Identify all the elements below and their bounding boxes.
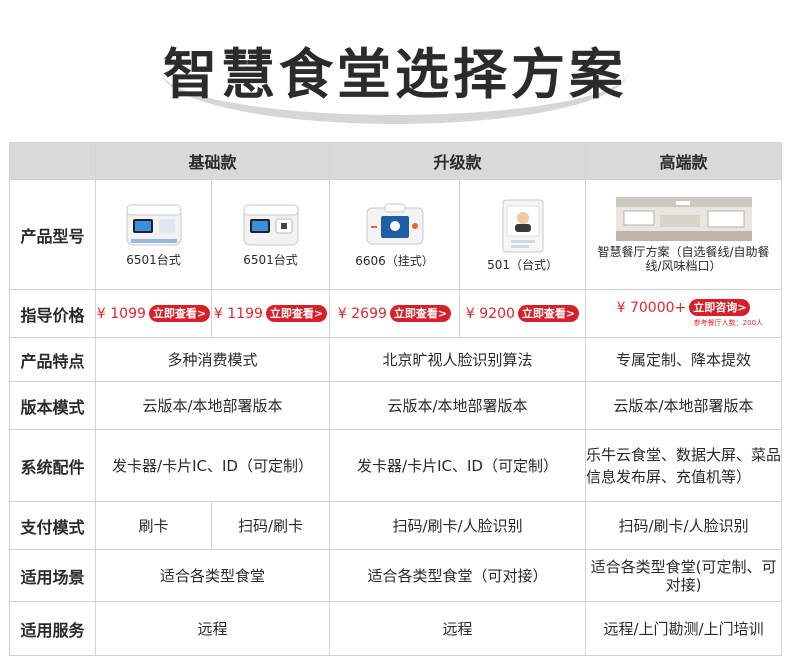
row-label-service: 适用服务	[9, 601, 96, 656]
row-label-edition: 版本模式	[9, 381, 96, 430]
service-premium: 远程/上门勘测/上门培训	[585, 601, 783, 656]
price-cell: ¥ 70000+ 立即咨询> 参考餐厅人数：200人	[585, 289, 783, 338]
reference-note: 参考餐厅人数：200人	[693, 319, 764, 327]
feature-basic: 多种消费模式	[94, 337, 331, 382]
desktop-terminal-image	[126, 204, 181, 245]
row-label-scene: 适用场景	[9, 549, 96, 602]
edition-upgrade: 云版本/本地部署版本	[329, 381, 587, 430]
table-row: 版本模式 云版本/本地部署版本 云版本/本地部署版本 云版本/本地部署版本	[9, 381, 783, 430]
price-cell: ¥ 2699 立即查看>	[329, 289, 461, 338]
title-area: 智慧食堂选择方案	[0, 0, 790, 140]
header-corner	[9, 142, 96, 180]
view-now-button[interactable]: 立即查看>	[148, 305, 211, 322]
scene-premium: 适合各类型食堂(可定制、可对接)	[585, 549, 783, 602]
price-value: ¥ 2699	[337, 305, 387, 322]
product-cell[interactable]: 6501台式	[95, 179, 212, 290]
product-cell[interactable]: 智慧餐厅方案（自选餐线/自助餐线/风味档口）	[585, 179, 783, 290]
price-value: ¥ 1099	[96, 305, 146, 322]
wall-terminal-image	[366, 203, 424, 244]
product-caption: 6501台式	[126, 252, 181, 267]
price-cell: ¥ 1099 立即查看>	[95, 289, 212, 338]
table-row: 产品型号 6501台式 6501台式 6606（挂式） 501（台式） 智慧餐厅…	[9, 179, 783, 290]
consult-now-button[interactable]: 立即咨询>	[689, 299, 751, 316]
service-upgrade: 远程	[329, 601, 587, 656]
face-terminal-image	[502, 199, 544, 252]
comparison-table: 基础款 升级款 高端款 产品型号 6501台式 6501台式 6606（挂式） …	[9, 142, 783, 656]
row-label-feature: 产品特点	[9, 337, 96, 382]
feature-upgrade: 北京旷视人脸识别算法	[329, 337, 587, 382]
price-value: ¥ 1199	[213, 305, 263, 322]
view-now-button[interactable]: 立即查看>	[389, 305, 452, 322]
payment-upgrade: 扫码/刷卡/人脸识别	[329, 501, 587, 550]
scene-upgrade: 适合各类型食堂（可对接）	[329, 549, 587, 602]
column-basic: 基础款	[94, 142, 331, 180]
accessory-basic: 发卡器/卡片IC、ID（可定制）	[94, 429, 331, 502]
column-premium: 高端款	[585, 142, 783, 180]
price-cell: ¥ 9200 立即查看>	[459, 289, 587, 338]
row-label-price: 指导价格	[9, 289, 96, 338]
price-value: ¥ 70000+	[616, 299, 687, 316]
table-header-row: 基础款 升级款 高端款	[9, 142, 783, 180]
table-row: 适用服务 远程 远程 远程/上门勘测/上门培训	[9, 601, 783, 656]
accessory-premium: 乐牛云食堂、数据大屏、菜品信息发布屏、充值机等）	[585, 429, 783, 502]
product-cell[interactable]: 501（台式）	[459, 179, 587, 290]
table-row: 支付模式 刷卡 扫码/刷卡 扫码/刷卡/人脸识别 扫码/刷卡/人脸识别	[9, 501, 783, 550]
price-value: ¥ 9200	[465, 305, 515, 322]
product-caption: 智慧餐厅方案（自选餐线/自助餐线/风味档口）	[597, 244, 770, 273]
row-label-model: 产品型号	[9, 179, 96, 290]
scene-basic: 适合各类型食堂	[94, 549, 331, 602]
desktop-terminal-image	[243, 204, 298, 245]
product-caption: 501（台式）	[487, 257, 558, 272]
payment-premium: 扫码/刷卡/人脸识别	[585, 501, 783, 550]
payment-basic-a: 刷卡	[95, 501, 212, 550]
product-cell[interactable]: 6501台式	[210, 179, 331, 290]
table-row: 指导价格 ¥ 1099 立即查看> ¥ 1199 立即查看> ¥ 2699 立即…	[9, 289, 783, 338]
price-cell: ¥ 1199 立即查看>	[210, 289, 331, 338]
product-cell[interactable]: 6606（挂式）	[329, 179, 461, 290]
view-now-button[interactable]: 立即查看>	[265, 305, 328, 322]
product-caption: 6606（挂式）	[355, 253, 434, 268]
page-title: 智慧食堂选择方案	[163, 43, 627, 106]
edition-premium: 云版本/本地部署版本	[585, 381, 783, 430]
payment-basic-b: 扫码/刷卡	[210, 501, 331, 550]
restaurant-photo	[615, 196, 752, 241]
feature-premium: 专属定制、降本提效	[585, 337, 783, 382]
product-caption: 6501台式	[243, 252, 298, 267]
service-basic: 远程	[94, 601, 331, 656]
table-row: 产品特点 多种消费模式 北京旷视人脸识别算法 专属定制、降本提效	[9, 337, 783, 382]
table-row: 系统配件 发卡器/卡片IC、ID（可定制） 发卡器/卡片IC、ID（可定制） 乐…	[9, 429, 783, 502]
row-label-payment: 支付模式	[9, 501, 96, 550]
accessory-upgrade: 发卡器/卡片IC、ID（可定制）	[329, 429, 587, 502]
edition-basic: 云版本/本地部署版本	[94, 381, 331, 430]
table-row: 适用场景 适合各类型食堂 适合各类型食堂（可对接） 适合各类型食堂(可定制、可对…	[9, 549, 783, 602]
column-upgrade: 升级款	[329, 142, 587, 180]
view-now-button[interactable]: 立即查看>	[517, 305, 580, 322]
row-label-accessory: 系统配件	[9, 429, 96, 502]
